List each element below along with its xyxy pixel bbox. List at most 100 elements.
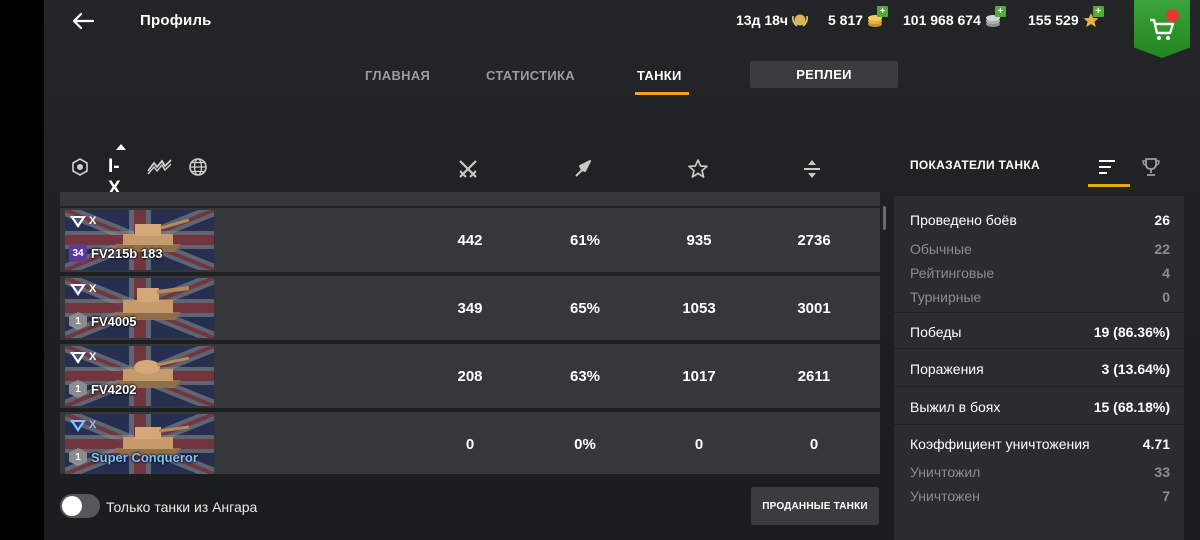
free-xp-value: 155 529	[1028, 12, 1079, 28]
free-xp-balance[interactable]: 155 529 +	[1028, 6, 1104, 28]
stat-value: 7	[1162, 488, 1170, 504]
back-button[interactable]	[68, 8, 98, 34]
stat-value: 4	[1162, 265, 1170, 281]
silver-coins-icon: +	[984, 6, 1006, 28]
stat-tournament: Турнирные 0	[910, 289, 1170, 305]
divider	[894, 424, 1184, 425]
damage-value: 3001	[797, 300, 831, 317]
average-damage-column-icon[interactable]	[801, 158, 823, 180]
tab-main[interactable]: ГЛАВНАЯ	[365, 68, 430, 83]
credits-balance[interactable]: 101 968 674 +	[903, 6, 1006, 28]
tank-card[interactable]: X 1 FV4202	[65, 346, 214, 406]
winrate-column-icon[interactable]	[572, 158, 594, 180]
table-row-partial[interactable]	[60, 192, 880, 206]
stat-rating: Рейтинговые 4	[910, 265, 1170, 281]
tank-tier: X	[89, 283, 97, 295]
tab-replays[interactable]: РЕПЛЕИ	[750, 61, 898, 88]
shop-button[interactable]	[1134, 0, 1190, 58]
gold-value: 5 817	[828, 12, 864, 28]
list-lines-icon	[1099, 160, 1115, 174]
add-gold-icon[interactable]: +	[877, 6, 889, 17]
stat-label: Рейтинговые	[910, 265, 995, 281]
globe-nation-filter-icon[interactable]	[188, 157, 208, 177]
stat-destroyed: Уничтожил 33	[910, 464, 1170, 480]
divider	[894, 312, 1184, 313]
winrate-value: 65%	[569, 300, 601, 317]
panel-tab-stats[interactable]	[1096, 156, 1118, 178]
tank-type-filter-icon[interactable]	[146, 157, 174, 177]
divider	[894, 348, 1184, 349]
xp-value: 935	[686, 232, 712, 249]
tank-card[interactable]: X 1 FV4005	[65, 278, 214, 338]
battles-column-icon[interactable]	[457, 158, 479, 180]
panel-title: ПОКАЗАТЕЛИ ТАНКА	[910, 158, 1040, 172]
premium-time[interactable]: 13д 18ч	[736, 12, 809, 28]
tank-card[interactable]: X 1 Super Conqueror	[65, 414, 214, 474]
tank-destroyer-class-icon	[70, 284, 86, 296]
premium-laurel-icon	[791, 12, 809, 28]
add-credits-icon[interactable]: +	[994, 6, 1006, 17]
stat-label: Победы	[910, 324, 962, 340]
tank-tier: X	[89, 215, 97, 227]
top-bar: Профиль 13д 18ч 5 817 + 101 968 674 + 15…	[44, 0, 1200, 58]
winrate-value: 61%	[569, 232, 601, 249]
tab-statistics[interactable]: СТАТИСТИКА	[486, 68, 575, 83]
stat-value: 4.71	[1142, 436, 1170, 452]
list-scrollbar[interactable]	[883, 206, 886, 230]
stat-victories: Победы 19 (86.36%)	[910, 324, 1170, 340]
mastery-badge-icon: 34	[69, 244, 87, 262]
stat-was-destroyed: Уничтожен 7	[910, 488, 1170, 504]
stat-value: 3 (13.64%)	[1101, 361, 1170, 377]
trophy-icon	[1142, 158, 1160, 176]
table-row[interactable]: X 34 FV215b 183 442 61% 935 2736	[60, 208, 880, 272]
damage-value: 2736	[797, 232, 831, 249]
tank-stats-panel[interactable]: Проведено боёв 26 Обычные 22 Рейтинговые…	[894, 196, 1184, 540]
stat-kill-ratio: Коэффициент уничтожения 4.71	[910, 436, 1170, 452]
stat-value: 26	[1154, 212, 1170, 228]
stat-label: Уничтожен	[910, 488, 980, 504]
hangar-only-toggle[interactable]	[60, 494, 100, 518]
stat-defeats: Поражения 3 (13.64%)	[910, 361, 1170, 377]
table-row[interactable]: X 1 Super Conqueror 0 0% 0 0	[60, 412, 880, 474]
sold-tanks-button[interactable]: ПРОДАННЫЕ ТАНКИ	[751, 487, 879, 525]
battles-value: 0	[465, 436, 475, 453]
panel-tab-achievements[interactable]	[1140, 156, 1162, 178]
xp-value: 1017	[682, 368, 716, 385]
xp-value: 0	[694, 436, 704, 453]
tank-list[interactable]: X 34 FV215b 183 442 61% 935 2736 X 1 FV4…	[60, 192, 880, 474]
battles-value: 442	[457, 232, 483, 249]
tank-tier: X	[89, 419, 97, 431]
tank-name: FV4202	[91, 382, 137, 397]
damage-value: 2611	[797, 368, 831, 385]
experience-column-icon[interactable]	[687, 158, 709, 180]
winrate-value: 63%	[569, 368, 601, 385]
heavy-tank-class-icon	[70, 352, 86, 364]
tank-destroyer-class-icon	[70, 216, 86, 228]
gold-balance[interactable]: 5 817 +	[828, 6, 889, 28]
tab-tanks[interactable]: ТАНКИ	[637, 68, 682, 83]
tank-card[interactable]: X 34 FV215b 183	[65, 210, 214, 270]
add-free-xp-icon[interactable]: +	[1092, 6, 1104, 17]
active-tab-indicator	[635, 92, 689, 95]
stat-value: 22	[1154, 241, 1170, 257]
app-window: Профиль 13д 18ч 5 817 + 101 968 674 + 15…	[44, 0, 1200, 540]
stat-label: Выжил в боях	[910, 399, 1001, 415]
stat-value: 19 (86.36%)	[1093, 324, 1170, 340]
tier-caret-up-icon	[116, 144, 126, 150]
toggle-knob	[62, 496, 82, 516]
stat-survived: Выжил в боях 15 (68.18%)	[910, 399, 1170, 415]
tank-class-filter-icon[interactable]	[70, 157, 90, 177]
winrate-value: 0%	[574, 436, 596, 453]
stat-label: Турнирные	[910, 289, 982, 305]
shop-gift-badge	[1166, 9, 1179, 22]
stat-battles: Проведено боёв 26	[910, 212, 1170, 228]
tank-name: FV215b 183	[91, 246, 163, 261]
battles-value: 349	[457, 300, 483, 317]
stat-value: 15 (68.18%)	[1093, 399, 1170, 415]
damage-value: 0	[809, 436, 819, 453]
page-title: Профиль	[140, 12, 212, 29]
panel-active-tab-indicator	[1088, 184, 1130, 187]
tank-name: FV4005	[91, 314, 137, 329]
table-row[interactable]: X 1 FV4005 349 65% 1053 3001	[60, 276, 880, 340]
table-row[interactable]: X 1 FV4202 208 63% 1017 2611	[60, 344, 880, 408]
